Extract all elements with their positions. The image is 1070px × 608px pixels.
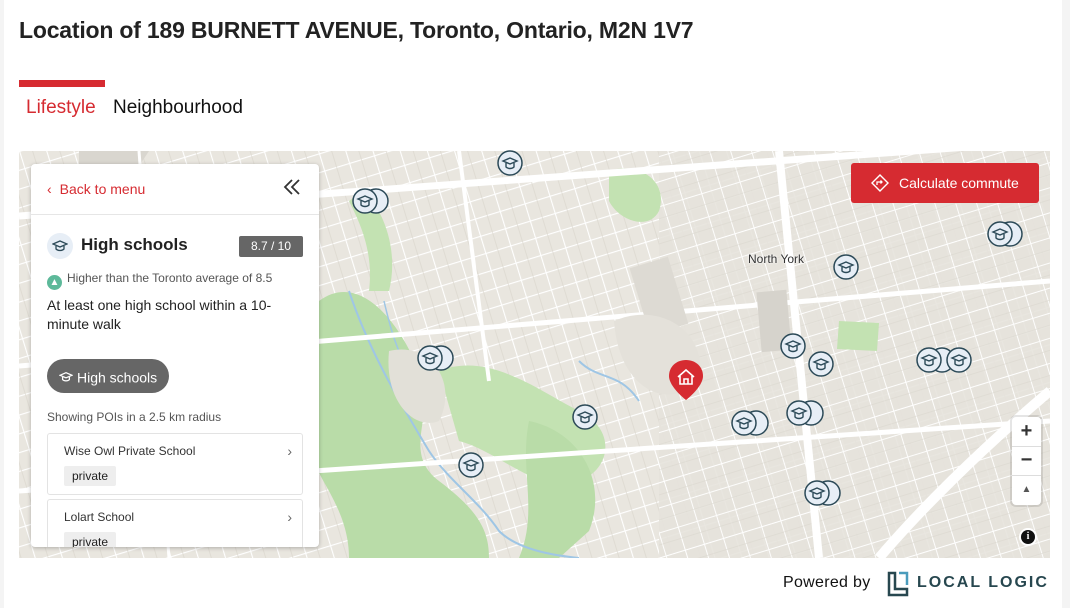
- poi-tag: private: [64, 532, 117, 547]
- school-marker[interactable]: [808, 351, 834, 377]
- chevron-right-icon: ›: [287, 443, 292, 459]
- radius-text: Showing POIs in a 2.5 km radius: [47, 410, 222, 424]
- poi-card[interactable]: Wise Owl Private School private ›: [47, 433, 303, 495]
- school-marker[interactable]: [458, 452, 484, 478]
- school-marker[interactable]: [804, 480, 830, 506]
- graduation-cap-icon: [47, 233, 73, 259]
- page-right-gutter: [1062, 0, 1070, 608]
- back-to-menu-link[interactable]: ‹ Back to menu: [47, 181, 145, 197]
- school-marker[interactable]: [352, 188, 378, 214]
- tab-lifestyle[interactable]: Lifestyle: [26, 97, 96, 119]
- school-marker[interactable]: [786, 400, 812, 426]
- info-icon: i: [1021, 530, 1035, 544]
- graduation-cap-icon: [58, 372, 74, 382]
- high-schools-panel: ‹ Back to menu High schools 8.7 / 10 ▲ Hig…: [31, 164, 319, 547]
- school-marker[interactable]: [731, 410, 757, 436]
- school-marker[interactable]: [497, 150, 523, 176]
- zoom-out-button[interactable]: −: [1012, 446, 1041, 475]
- comparison-row: ▲ Higher than the Toronto average of 8.5: [47, 271, 272, 290]
- poi-name: Lolart School: [64, 510, 135, 524]
- high-schools-filter-chip[interactable]: High schools: [47, 359, 170, 393]
- local-logic-brand[interactable]: LOCAL LOGIC: [917, 574, 1049, 592]
- school-marker[interactable]: [417, 345, 443, 371]
- page-left-gutter: [0, 0, 4, 608]
- page: Location of 189 BURNETT AVENUE, Toronto,…: [0, 0, 1070, 608]
- calculate-commute-button[interactable]: Calculate commute: [851, 163, 1039, 203]
- local-logic-logo-icon[interactable]: [886, 571, 910, 597]
- school-marker[interactable]: [833, 254, 859, 280]
- directions-icon: [871, 174, 889, 192]
- page-title: Location of 189 BURNETT AVENUE, Toronto,…: [19, 17, 694, 43]
- arrow-up-icon: ▲: [47, 275, 62, 290]
- school-marker[interactable]: [572, 404, 598, 430]
- map-place-label: North York: [748, 252, 805, 266]
- category-title: High schools: [81, 235, 188, 254]
- calculate-commute-label: Calculate commute: [899, 175, 1019, 191]
- filter-chip-label: High schools: [77, 369, 158, 386]
- school-marker[interactable]: [916, 347, 942, 373]
- poi-name: Wise Owl Private School: [64, 444, 196, 458]
- powered-by-label: Powered by: [783, 574, 871, 591]
- school-marker[interactable]: [987, 221, 1013, 247]
- active-tab-indicator: [19, 80, 105, 87]
- panel-divider: [31, 214, 319, 215]
- comparison-text: Higher than the Toronto average of 8.5: [67, 271, 273, 285]
- zoom-controls: + − ▲: [1012, 417, 1041, 505]
- chevron-left-icon: ‹: [47, 181, 52, 197]
- chevron-right-icon: ›: [287, 509, 292, 525]
- home-pin-icon[interactable]: [668, 359, 704, 401]
- school-marker[interactable]: [946, 347, 972, 373]
- map-info-button[interactable]: i: [1019, 528, 1037, 546]
- poi-card[interactable]: Lolart School private ›: [47, 499, 303, 547]
- collapse-panel-button[interactable]: [283, 176, 301, 202]
- zoom-in-button[interactable]: +: [1012, 417, 1041, 446]
- reset-north-button[interactable]: ▲: [1012, 475, 1041, 504]
- back-to-menu-label: Back to menu: [59, 181, 146, 197]
- school-marker[interactable]: [780, 333, 806, 359]
- score-badge: 8.7 / 10: [239, 236, 303, 257]
- double-chevron-left-icon: [283, 179, 300, 195]
- tab-neighbourhood[interactable]: Neighbourhood: [113, 97, 243, 119]
- category-description: At least one high school within a 10-min…: [47, 297, 272, 332]
- poi-tag: private: [64, 466, 117, 486]
